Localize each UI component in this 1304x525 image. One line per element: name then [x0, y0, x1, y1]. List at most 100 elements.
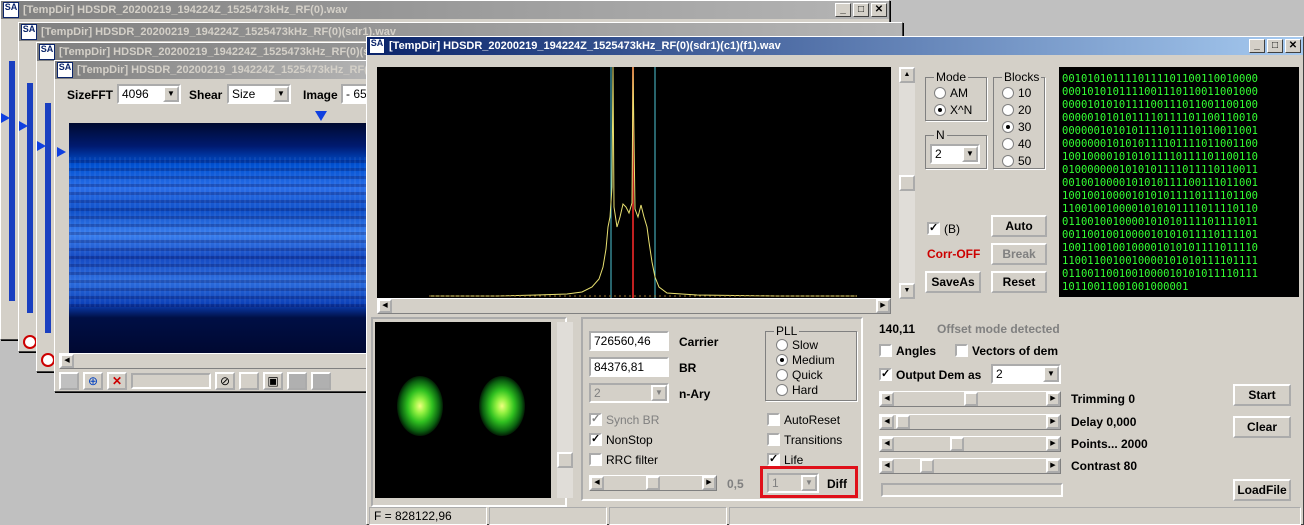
- slider-thumb[interactable]: [896, 415, 910, 429]
- trimming-slider[interactable]: ◀ ▶: [879, 391, 1061, 407]
- tool-icon[interactable]: [311, 372, 331, 390]
- scroll-left-icon[interactable]: ◀: [60, 354, 74, 368]
- forbidden-icon[interactable]: ⊘: [215, 372, 235, 390]
- clear-button[interactable]: Clear: [1233, 416, 1291, 438]
- tool-icon[interactable]: [287, 372, 307, 390]
- title-bar-spectrogram[interactable]: SA [TempDir] HDSDR_20200219_194224Z_1525…: [55, 61, 383, 79]
- scroll-left-icon[interactable]: ◀: [590, 476, 604, 490]
- chevron-down-icon[interactable]: ▼: [962, 146, 978, 162]
- reset-button[interactable]: Reset: [991, 271, 1047, 293]
- close-button[interactable]: ✕: [871, 3, 887, 17]
- bits-line: 0000000101010111101111011001100: [1062, 138, 1258, 150]
- auto-button[interactable]: Auto: [991, 215, 1047, 237]
- title-bar-main[interactable]: SA [TempDir] HDSDR_20200219_194224Z_1525…: [367, 37, 1303, 55]
- blocks-radio-30[interactable]: 30: [1002, 120, 1031, 134]
- carrier-field[interactable]: 726560,46: [589, 331, 669, 351]
- chevron-down-icon[interactable]: ▼: [801, 475, 817, 491]
- cancel-icon[interactable]: ✕: [107, 372, 127, 390]
- shear-select[interactable]: Size ▼: [227, 84, 291, 104]
- mode-am-radio[interactable]: AM: [934, 86, 968, 100]
- nonstop-checkbox[interactable]: NonStop: [589, 432, 653, 447]
- spectrogram-hscroll[interactable]: ◀: [59, 353, 369, 369]
- minimize-button[interactable]: _: [1249, 39, 1265, 53]
- minimize-button[interactable]: _: [835, 3, 851, 17]
- start-button[interactable]: Start: [1233, 384, 1291, 406]
- scroll-thumb[interactable]: [557, 452, 573, 468]
- scroll-right-icon[interactable]: ▶: [1046, 437, 1060, 451]
- zoom-icon[interactable]: [23, 335, 37, 349]
- bits-line: 1001100100100001010101111011110: [1062, 242, 1258, 254]
- mode-xn-radio[interactable]: X^N: [934, 103, 972, 117]
- vectors-checkbox[interactable]: Vectors of dem: [955, 344, 1058, 358]
- pll-radio-hard[interactable]: Hard: [776, 383, 818, 397]
- scroll-right-icon[interactable]: ▶: [702, 476, 716, 490]
- points-slider[interactable]: ◀ ▶: [879, 436, 1061, 452]
- spectrum-hscroll[interactable]: ◀ ▶: [377, 298, 891, 314]
- pll-radio-medium[interactable]: Medium: [776, 353, 835, 367]
- transitions-checkbox[interactable]: Transitions: [767, 433, 842, 447]
- threshold-slider[interactable]: ◀ ▶: [589, 475, 717, 491]
- zoom-icon[interactable]: [41, 353, 55, 367]
- chevron-down-icon[interactable]: ▼: [163, 86, 179, 102]
- bits-terminal[interactable]: 0010101011110111101100110010000 00010101…: [1059, 67, 1299, 297]
- scroll-thumb[interactable]: [899, 175, 915, 191]
- pll-radio-slow[interactable]: Slow: [776, 338, 818, 352]
- delay-slider[interactable]: ◀ ▶: [879, 414, 1061, 430]
- sizefft-select[interactable]: 4096 ▼: [117, 84, 181, 104]
- output-dem-select[interactable]: 2 ▼: [991, 364, 1061, 384]
- scroll-left-icon[interactable]: ◀: [880, 415, 894, 429]
- bits-line: 0001010101111001110110011001000: [1062, 86, 1258, 98]
- chevron-down-icon[interactable]: ▼: [1043, 366, 1059, 382]
- br-field[interactable]: 84376,81: [589, 357, 669, 377]
- stop-icon[interactable]: [59, 372, 79, 390]
- loadfile-button[interactable]: LoadFile: [1233, 479, 1291, 501]
- output-dem-checkbox[interactable]: Output Dem as: [879, 367, 981, 382]
- synch-br-checkbox[interactable]: Synch BR: [589, 412, 659, 427]
- scroll-right-icon[interactable]: ▶: [1046, 392, 1060, 406]
- life-checkbox[interactable]: Life: [767, 452, 803, 467]
- scroll-up-icon[interactable]: ▲: [899, 67, 915, 83]
- slider-thumb[interactable]: [950, 437, 964, 451]
- play-marker-icon: [1, 113, 10, 123]
- nary-select[interactable]: 2 ▼: [589, 383, 669, 403]
- spectrum-view[interactable]: [377, 67, 891, 299]
- scroll-left-icon[interactable]: ◀: [880, 437, 894, 451]
- slider-thumb[interactable]: [646, 476, 660, 490]
- zoom-icon[interactable]: ⊕: [83, 372, 103, 390]
- scroll-right-icon[interactable]: ▶: [876, 299, 890, 313]
- angles-checkbox[interactable]: Angles: [879, 344, 936, 358]
- tool-icon[interactable]: [239, 372, 259, 390]
- marker-down-icon[interactable]: [315, 111, 327, 121]
- spectrum-vscroll[interactable]: ▲ ▼: [899, 67, 915, 299]
- blocks-radio-10[interactable]: 10: [1002, 86, 1031, 100]
- slider-thumb[interactable]: [920, 459, 934, 473]
- contrast-slider[interactable]: ◀ ▶: [879, 458, 1061, 474]
- saveas-button[interactable]: SaveAs: [925, 271, 981, 293]
- slider-thumb[interactable]: [964, 392, 978, 406]
- chevron-down-icon[interactable]: ▼: [273, 86, 289, 102]
- pll-radio-quick[interactable]: Quick: [776, 368, 823, 382]
- scroll-right-icon[interactable]: ▶: [1046, 415, 1060, 429]
- diff-select[interactable]: 1 ▼: [767, 473, 819, 493]
- scroll-left-icon[interactable]: ◀: [880, 459, 894, 473]
- maximize-button[interactable]: □: [853, 3, 869, 17]
- blocks-radio-50[interactable]: 50: [1002, 154, 1031, 168]
- blocks-radio-20[interactable]: 20: [1002, 103, 1031, 117]
- b-checkbox[interactable]: (B): [927, 221, 960, 236]
- scroll-down-icon[interactable]: ▼: [899, 283, 915, 299]
- maximize-button[interactable]: □: [1267, 39, 1283, 53]
- blocks-radio-40[interactable]: 40: [1002, 137, 1031, 151]
- chevron-down-icon[interactable]: ▼: [651, 385, 667, 401]
- scroll-right-icon[interactable]: ▶: [1046, 459, 1060, 473]
- rrc-filter-checkbox[interactable]: RRC filter: [589, 453, 658, 467]
- scroll-left-icon[interactable]: ◀: [378, 299, 392, 313]
- constellation-view[interactable]: [375, 322, 551, 498]
- frame-icon[interactable]: ▣: [263, 372, 283, 390]
- constellation-vscroll[interactable]: [557, 322, 573, 498]
- n-select[interactable]: 2 ▼: [930, 144, 980, 164]
- scroll-left-icon[interactable]: ◀: [880, 392, 894, 406]
- autoreset-checkbox[interactable]: AutoReset: [767, 413, 840, 427]
- title-bar-back-1[interactable]: SA [TempDir] HDSDR_20200219_194224Z_1525…: [1, 1, 889, 19]
- break-button[interactable]: Break: [991, 243, 1047, 265]
- close-button[interactable]: ✕: [1285, 39, 1301, 53]
